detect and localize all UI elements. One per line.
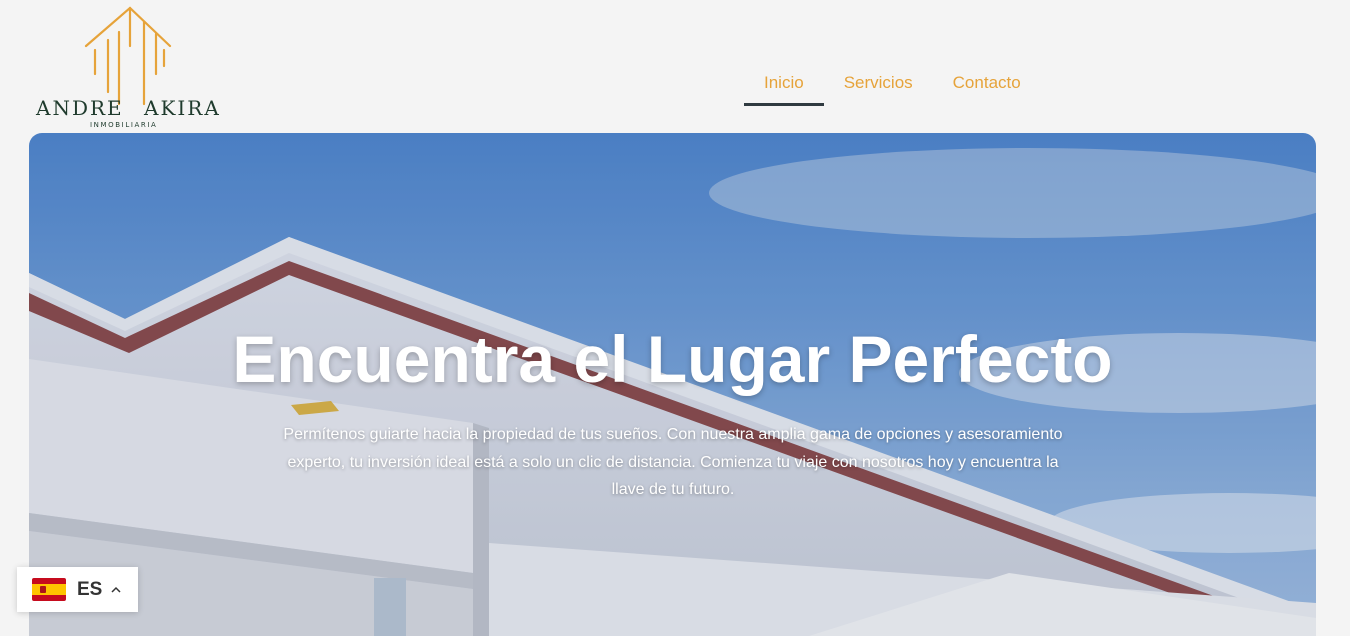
hero-description: Permítenos guiarte hacia la propiedad de…	[283, 426, 1063, 498]
spain-flag-icon	[32, 578, 66, 601]
site-header: ANDRE AKIRA INMOBILIARIA Inicio Servicio…	[0, 0, 1350, 133]
house-lines-icon	[84, 6, 172, 106]
brand-tagline: INMOBILIARIA	[90, 121, 158, 129]
brand-name-left: ANDRE	[36, 96, 124, 120]
hero-banner: Encuentra el Lugar Perfecto Permítenos g…	[29, 133, 1316, 636]
brand-name-right: AKIRA	[144, 96, 221, 120]
hero-title: Encuentra el Lugar Perfecto	[232, 322, 1113, 396]
chevron-up-icon	[111, 586, 121, 593]
nav-item-inicio[interactable]: Inicio	[744, 60, 824, 106]
main-nav: Inicio Servicios Contacto	[744, 60, 1041, 106]
language-code: ES	[77, 578, 103, 600]
language-selector[interactable]: ES	[17, 567, 138, 612]
brand-logo[interactable]: ANDRE AKIRA INMOBILIARIA	[34, 4, 221, 130]
nav-item-contacto[interactable]: Contacto	[933, 60, 1041, 106]
nav-item-servicios[interactable]: Servicios	[824, 60, 933, 106]
